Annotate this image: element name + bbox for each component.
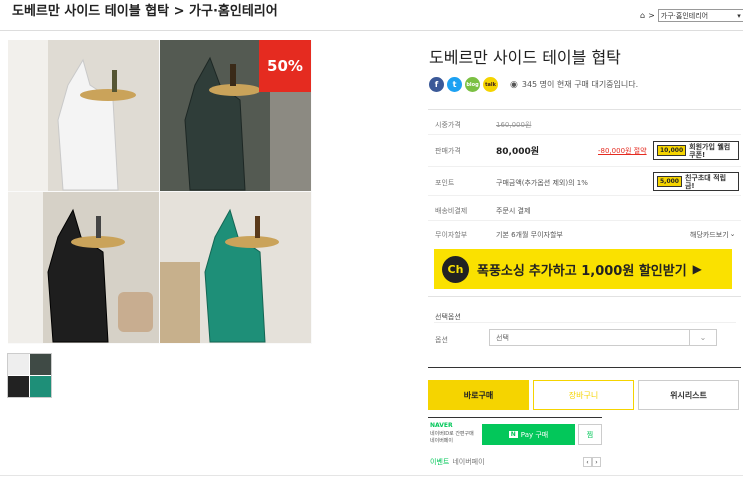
divider bbox=[428, 166, 741, 167]
channel-add-banner[interactable]: Ch 폭풍소싱 추가하고 1,000원 할인받기 ▶ bbox=[434, 249, 732, 289]
option-section-label: 선택옵션 bbox=[435, 313, 461, 321]
naver-logo: NAVER bbox=[430, 422, 453, 429]
option-select[interactable]: 선택 ⌄ bbox=[489, 329, 717, 346]
retail-price-label: 시중가격 bbox=[435, 121, 461, 129]
breadcrumb: ⌂ > 가구·홈인테리어 ▾ bbox=[640, 9, 743, 22]
image-black-dog bbox=[8, 192, 159, 343]
option-select-value: 선택 bbox=[496, 333, 509, 342]
npay-event-text: 네이버페이 bbox=[452, 458, 485, 466]
coupon-amount-chip: 5,000 bbox=[657, 176, 682, 187]
card-list-link[interactable]: 해당카드보기 ⌄ bbox=[690, 230, 736, 240]
breadcrumb-separator: > bbox=[648, 11, 655, 20]
divider bbox=[428, 367, 741, 368]
point-label: 포인트 bbox=[435, 179, 455, 187]
naver-desc-2: 네이버페이 bbox=[430, 438, 454, 444]
naver-pay-box: NAVER 네이버ID로 간편구매 네이버페이 N Pay 구매 찜 bbox=[428, 417, 602, 451]
discount-badge: 50% bbox=[259, 40, 311, 92]
divider bbox=[428, 220, 741, 221]
divider bbox=[428, 134, 741, 135]
coupon-text: 회원가입 웰컴쿠폰! bbox=[689, 142, 731, 159]
viewers-info: ◉ 345 명이 현재 구매 대기중입니다. bbox=[510, 79, 638, 90]
saving-text: -80,000원 절약 bbox=[598, 147, 647, 155]
cart-button[interactable]: 장바구니 bbox=[533, 380, 634, 410]
wishlist-button[interactable]: 위시리스트 bbox=[638, 380, 739, 410]
divider bbox=[428, 109, 741, 110]
retail-price-value: 160,000원 bbox=[496, 121, 532, 129]
npay-event-label[interactable]: 이벤트 bbox=[430, 457, 449, 467]
npay-buy-label: Pay 구매 bbox=[520, 430, 549, 439]
viewers-text: 345 명이 현재 구매 대기중입니다. bbox=[521, 80, 639, 89]
point-value: 구매금액(추가옵션 제외)의 1% bbox=[496, 179, 588, 187]
divider bbox=[428, 195, 741, 196]
product-thumbnail[interactable] bbox=[7, 353, 52, 398]
chevron-down-icon: ▾ bbox=[737, 11, 741, 20]
eye-icon: ◉ bbox=[510, 79, 518, 90]
buy-now-button[interactable]: 바로구매 bbox=[428, 380, 529, 410]
channel-text: 추가하고 1,000원 할인받기 bbox=[528, 263, 687, 279]
npay-pager: ‹ › bbox=[583, 457, 601, 467]
naver-desc-1: 네이버ID로 간편구매 bbox=[430, 431, 474, 437]
chevron-left-icon[interactable]: ‹ bbox=[583, 457, 592, 467]
divider bbox=[434, 322, 736, 323]
coupon-amount-chip: 10,000 bbox=[657, 145, 687, 156]
installment-value: 기본 6개월 무이자할부 bbox=[496, 231, 563, 239]
installment-label: 무이자할부 bbox=[435, 231, 468, 239]
category-select[interactable]: 가구·홈인테리어 ▾ bbox=[657, 9, 743, 22]
blog-icon[interactable]: blog bbox=[465, 77, 480, 92]
card-list-link-text: 해당카드보기 bbox=[690, 231, 729, 239]
image-teal-dog bbox=[160, 192, 311, 343]
category-select-value: 가구·홈인테리어 bbox=[660, 11, 709, 20]
divider bbox=[428, 296, 741, 297]
sale-price-label: 판매가격 bbox=[435, 147, 461, 155]
image-white-dog bbox=[8, 40, 159, 191]
home-icon[interactable]: ⌂ bbox=[640, 11, 645, 20]
npay-event: 이벤트 네이버페이 bbox=[430, 457, 485, 467]
friend-invite-banner[interactable]: 5,000 친구초대 적립금! bbox=[653, 172, 739, 191]
divider bbox=[0, 30, 743, 31]
product-main-image[interactable]: 50% bbox=[8, 40, 312, 344]
divider bbox=[428, 417, 602, 418]
npay-n-icon: N bbox=[508, 431, 518, 438]
twitter-icon[interactable]: t bbox=[447, 77, 462, 92]
shipping-label: 배송비결제 bbox=[435, 207, 468, 215]
divider bbox=[0, 475, 743, 476]
chevron-down-icon: ⌄ bbox=[689, 330, 716, 345]
channel-logo-icon: Ch bbox=[442, 255, 469, 283]
facebook-icon[interactable]: f bbox=[429, 77, 444, 92]
chevron-down-icon: ⌄ bbox=[729, 230, 736, 238]
sale-price-value: 80,000원 bbox=[496, 147, 540, 157]
share-bar: f t blog talk bbox=[429, 77, 498, 92]
product-name: 도베르만 사이드 테이블 협탁 bbox=[429, 48, 621, 67]
channel-highlight: 폭풍소싱 bbox=[477, 263, 525, 279]
member-coupon-banner[interactable]: 10,000 회원가입 웰컴쿠폰! bbox=[653, 141, 739, 160]
page-title: 도베르만 사이드 테이블 협탁 > 가구·홈인테리어 bbox=[12, 4, 278, 19]
npay-wish-button[interactable]: 찜 bbox=[578, 424, 602, 445]
chevron-right-icon[interactable]: › bbox=[592, 457, 601, 467]
npay-buy-button[interactable]: N Pay 구매 bbox=[482, 424, 575, 445]
kakaotalk-icon[interactable]: talk bbox=[483, 77, 498, 92]
coupon-text: 친구초대 적립금! bbox=[684, 173, 727, 190]
image-darkgreen-dog: 50% bbox=[160, 40, 311, 191]
option-label: 옵션 bbox=[435, 336, 448, 344]
shipping-value: 주문시 결제 bbox=[496, 207, 531, 215]
arrow-right-icon: ▶ bbox=[692, 262, 702, 276]
